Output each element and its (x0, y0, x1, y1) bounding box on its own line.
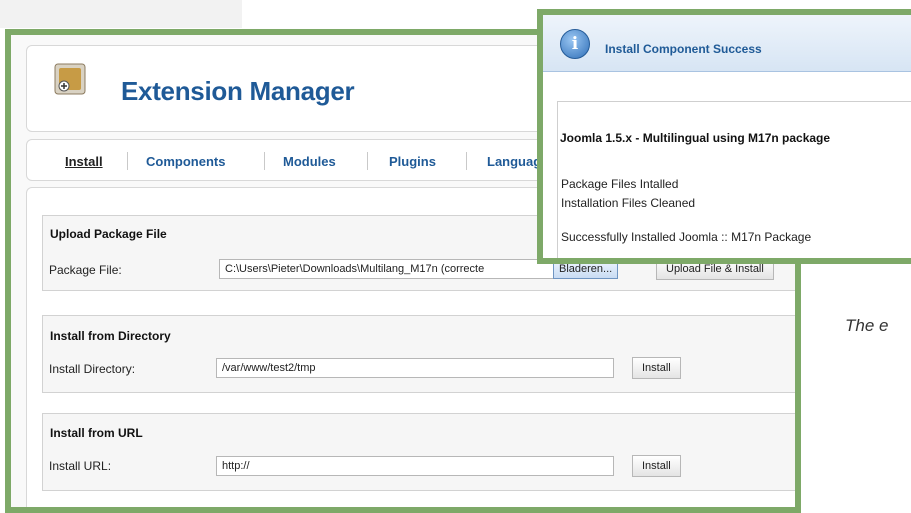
install-directory-panel: Install from Directory Install Directory… (42, 315, 795, 393)
success-line: Successfully Installed Joomla :: M17n Pa… (561, 230, 812, 244)
install-directory-label: Install Directory: (49, 362, 136, 376)
success-line: Installation Files Cleaned (561, 196, 696, 210)
success-line: Package Files Intalled (561, 177, 679, 191)
caption-text: The e (845, 316, 889, 335)
tab-languages[interactable]: Languag (487, 154, 541, 169)
tab-divider (127, 152, 128, 170)
install-url-button[interactable]: Install (632, 455, 681, 477)
install-url-label: Install URL: (49, 459, 112, 473)
success-header: i Install Component Success (543, 15, 911, 72)
url-panel-title: Install from URL (50, 426, 143, 440)
tab-divider (367, 152, 368, 170)
tab-divider (264, 152, 265, 170)
package-file-path: C:\Users\Pieter\Downloads\Multilang_M17n… (225, 263, 485, 275)
tab-plugins[interactable]: Plugins (389, 154, 436, 169)
tab-modules[interactable]: Modules (283, 154, 336, 169)
tab-divider (466, 152, 467, 170)
install-directory-button[interactable]: Install (632, 357, 681, 379)
upload-panel-title: Upload Package File (50, 227, 167, 241)
directory-panel-title: Install from Directory (50, 329, 171, 343)
tab-components[interactable]: Components (146, 154, 225, 169)
success-title: Install Component Success (605, 42, 762, 56)
package-file-input[interactable]: C:\Users\Pieter\Downloads\Multilang_M17n… (219, 259, 554, 279)
background-strip (0, 0, 242, 28)
tab-install[interactable]: Install (65, 154, 103, 169)
page-title: Extension Manager (121, 76, 355, 106)
extension-manager-icon (54, 63, 86, 95)
install-directory-input[interactable] (216, 358, 614, 378)
install-url-input[interactable] (216, 456, 614, 476)
install-success-window: i Install Component Success Joomla 1.5.x… (537, 9, 911, 264)
package-file-label: Package File: (49, 263, 122, 277)
info-icon: i (560, 29, 590, 59)
success-heading: Joomla 1.5.x - Multilingual using M17n p… (560, 131, 831, 145)
install-url-panel: Install from URL Install URL: Install (42, 413, 795, 491)
